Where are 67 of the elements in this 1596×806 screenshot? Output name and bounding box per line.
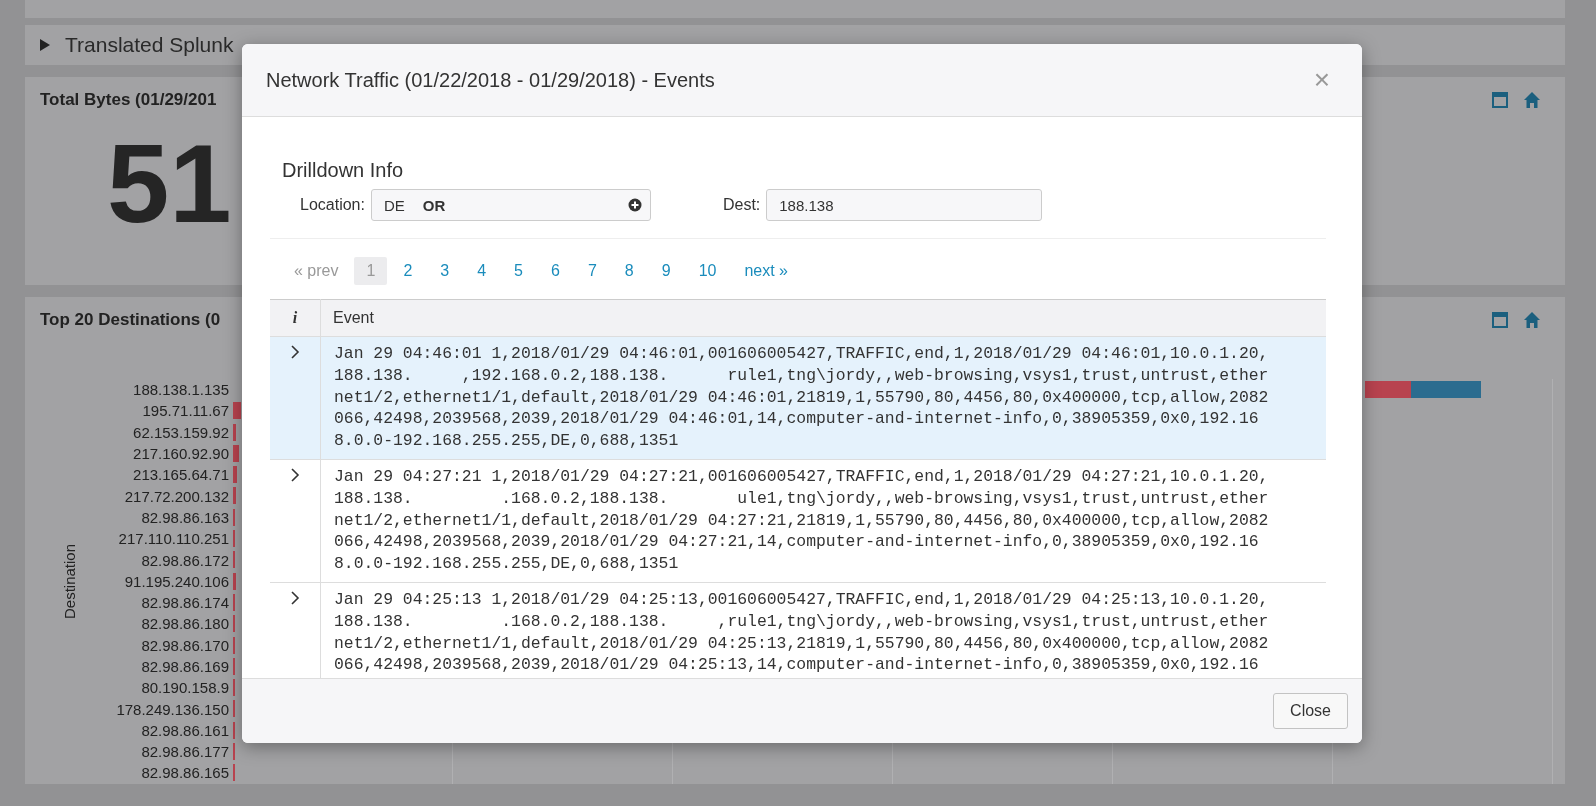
category-label: 62.153.159.92: [132, 423, 230, 441]
category-label: 80.190.158.9: [140, 679, 230, 697]
window-icon[interactable]: [1491, 91, 1509, 109]
chart-bar: [233, 402, 241, 420]
page-link[interactable]: 6: [539, 257, 572, 285]
big-number: 51: [107, 129, 232, 239]
operator-token: OR: [422, 196, 446, 214]
column-header: i: [270, 299, 321, 337]
page-link[interactable]: 4: [465, 257, 499, 285]
chart-bar: [233, 466, 237, 484]
field-label: Dest:: [722, 196, 761, 214]
category-label: 82.98.86.169: [140, 658, 230, 675]
window-icon[interactable]: [1491, 311, 1509, 329]
expand-triangle-icon[interactable]: [39, 39, 51, 51]
dialog-title: Network Traffic (01/22/2018 - 01/29/2018) - Events: [266, 68, 715, 92]
location-field[interactable]: DE OR: [370, 189, 651, 221]
chart-bar: [233, 423, 236, 441]
event-row[interactable]: [270, 336, 1326, 460]
axis-label: Destination: [61, 543, 79, 619]
category-label: 91.195.240.106: [123, 572, 230, 590]
chart-bar: [233, 444, 239, 462]
chevron-icon[interactable]: [290, 590, 300, 605]
chevron-icon[interactable]: [290, 468, 300, 482]
page-link[interactable]: 3: [428, 257, 462, 285]
page-link[interactable]: 10: [686, 257, 729, 285]
page-link[interactable]: 2: [391, 257, 425, 285]
event-text: Jan 29 04:25:13 1,2018/01/29 04:25:13,001606005427,TRAFFIC,end,1,2018/01/29 04:25:13,10.0.1.20, 188.138. .168.0.2,188.138. ,rule1,tng\jordy,,web-browsing,vsys1,trust,untrust,ether net1/2,ethernet1/1,default,2018/01/29 04:25:13,21819,1,55790,80,4456,80,0x400000,tcp,allow,2082 066,42498,2039568,2039,2018/01/29 04:25:13,14,computer-and-internet-info,0,38905359,0x0,192.16: [333, 588, 1270, 677]
field-label: Location:: [300, 196, 365, 214]
section-title: Drilldown Info: [282, 159, 405, 182]
chart-bar: [233, 572, 236, 590]
page-link[interactable]: 8: [612, 257, 646, 285]
category-label: 82.98.86.172: [140, 551, 230, 569]
category-label: 188.138.1.135: [132, 381, 230, 399]
category-label: 82.98.86.180: [140, 615, 230, 633]
plus-circle-icon[interactable]: [627, 198, 642, 212]
chart-bar: [233, 487, 236, 505]
event-row[interactable]: [270, 459, 1326, 583]
home-icon[interactable]: [1523, 311, 1541, 329]
category-label: 82.98.86.174: [140, 594, 230, 612]
category-label: 82.98.86.163: [140, 508, 230, 526]
category-label: 82.98.86.170: [140, 636, 230, 654]
panel-title: Top 20 Destinations (0: [40, 310, 221, 330]
category-label: 82.98.86.165: [140, 764, 230, 782]
column-header: Event: [320, 299, 1326, 337]
dest-field[interactable]: 188.138: [766, 189, 1043, 221]
panel-title: Total Bytes (01/29/201: [40, 90, 217, 110]
close-button[interactable]: ×: [1309, 64, 1334, 96]
category-label: 82.98.86.177: [140, 743, 230, 761]
home-icon[interactable]: [1523, 91, 1541, 109]
panel-title: Translated Splunk: [65, 33, 234, 57]
next-link[interactable]: next »: [732, 257, 800, 285]
event-text: Jan 29 04:46:01 1,2018/01/29 04:46:01,001606005427,TRAFFIC,end,1,2018/01/29 04:46:01,10.0.1.20, 188.138. ,192.168.0.2,188.138. rule1,tng\jordy,,web-browsing,vsys1,trust,untrust,ether net1/2,ethernet1/1,default,2018/01/29 04:46:01,21819,1,55790,80,4456,80,0x400000,tcp,allow,2082 066,42498,2039568,2039,2018/01/29 04:46:01,14,computer-and-internet-info,0,38905359,0x0,192.16 8.0.0-192.168.255.255,DE,0,688,1351: [333, 343, 1270, 453]
chevron-icon[interactable]: [290, 345, 300, 359]
category-label: 195.71.11.67: [141, 402, 230, 420]
category-label: 213.165.64.71: [132, 466, 230, 484]
page-link[interactable]: 7: [575, 257, 609, 285]
event-text: Jan 29 04:27:21 1,2018/01/29 04:27:21,001606005427,TRAFFIC,end,1,2018/01/29 04:27:21,10.0.1.20, 188.138. .168.0.2,188.138. ule1,tng\jordy,,web-browsing,vsys1,trust,untrust,ether net1/2,ethernet1/1,default,2018/01/29 04:27:21,21819,1,55790,80,4456,80,0x400000,tcp,allow,2082 066,42498,2039568,2039,2018/01/29 04:27:21,14,computer-and-internet-info,0,38905359,0x0,192.16 8.0.0-192.168.255.255,DE,0,688,1351: [333, 466, 1270, 576]
category-label: 178.249.136.150: [115, 700, 230, 718]
page-link[interactable]: 9: [649, 257, 683, 285]
page-link[interactable]: 5: [502, 257, 535, 285]
value-token: DE: [383, 196, 405, 214]
category-label: 217.110.110.251: [117, 530, 230, 548]
category-label: 217.160.92.90: [132, 445, 230, 463]
close-button[interactable]: Close: [1273, 693, 1348, 729]
page-link[interactable]: 1: [354, 257, 388, 285]
category-label: 82.98.86.161: [140, 721, 230, 739]
category-label: 217.72.200.132: [123, 487, 230, 505]
